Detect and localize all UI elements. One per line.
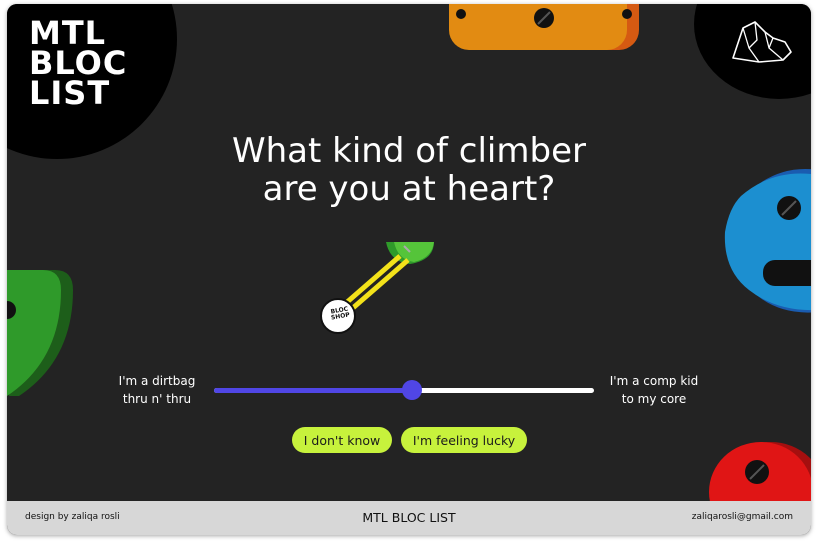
slider-right-label-line-2: to my core — [621, 392, 687, 406]
slider-right-label-line-1: I'm a comp kid — [609, 374, 699, 388]
footer-bar: design by zaliqa rosli MTL BLOC LIST zal… — [7, 501, 811, 535]
slider-right-label: I'm a comp kid to my core — [599, 372, 709, 408]
green-hold-icon — [7, 270, 73, 396]
logo-line-3: LIST — [29, 74, 111, 112]
feeling-lucky-button[interactable]: I'm feeling lucky — [401, 427, 527, 453]
mountain-icon[interactable] — [729, 18, 795, 64]
footer-email[interactable]: zaliqarosli@gmail.com — [692, 512, 793, 522]
slider-left-label-line-1: I'm a dirtbag — [118, 374, 196, 388]
heading-line-1: What kind of climber — [232, 131, 586, 171]
app-frame: MTL BLOC LIST What kind of climber are y… — [7, 4, 811, 535]
red-hold-icon — [709, 442, 811, 506]
climber-type-slider[interactable] — [214, 378, 594, 400]
slider-left-label: I'm a dirtbag thru n' thru — [107, 372, 207, 408]
footer-title[interactable]: MTL BLOC LIST — [7, 510, 811, 525]
dont-know-button[interactable]: I don't know — [292, 427, 392, 453]
slider-thumb[interactable] — [401, 380, 422, 400]
quiz-heading: What kind of climber are you at heart? — [7, 132, 811, 208]
heading-line-2: are you at heart? — [262, 169, 556, 209]
slider-track-fill[interactable] — [214, 388, 412, 393]
site-logo[interactable]: MTL BLOC LIST — [29, 17, 127, 112]
slider-left-label-line-2: thru n' thru — [122, 392, 192, 406]
orange-hold-icon — [449, 4, 639, 50]
